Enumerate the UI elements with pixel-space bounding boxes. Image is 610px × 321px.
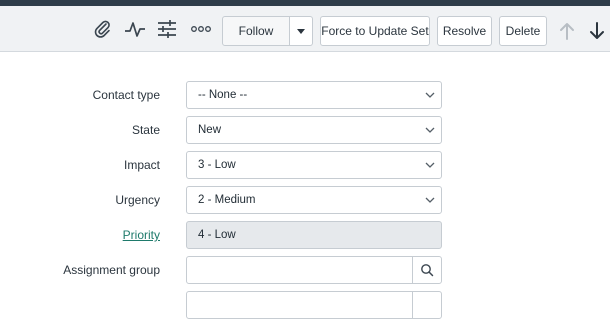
- priority-row: Priority 4 - Low: [0, 221, 610, 251]
- search-icon[interactable]: [412, 257, 441, 283]
- assignment-group-input[interactable]: [187, 257, 413, 283]
- state-row: State New: [0, 116, 610, 146]
- contact-type-row: Contact type -- None --: [0, 81, 610, 111]
- assignment-group-row: Assignment group: [0, 256, 610, 286]
- form-toolbar: Follow Force to Update Set Resolve Delet…: [0, 6, 610, 52]
- force-update-set-button[interactable]: Force to Update Set: [320, 16, 430, 46]
- state-value: New: [198, 124, 222, 136]
- chevron-down-icon: [425, 162, 435, 168]
- urgency-value: 2 - Medium: [198, 194, 256, 206]
- impact-label: Impact: [123, 158, 160, 172]
- more-options-icon[interactable]: [190, 18, 212, 40]
- contact-type-value: -- None --: [198, 89, 248, 101]
- assignment-group-label: Assignment group: [63, 263, 160, 277]
- delete-button[interactable]: Delete: [499, 16, 547, 46]
- urgency-row: Urgency 2 - Medium: [0, 186, 610, 216]
- impact-row: Impact 3 - Low: [0, 151, 610, 181]
- sliders-icon[interactable]: [156, 18, 178, 40]
- next-field-row: [0, 291, 610, 321]
- search-icon[interactable]: [412, 292, 441, 318]
- resolve-button[interactable]: Resolve: [437, 16, 492, 46]
- priority-link[interactable]: Priority: [123, 221, 160, 249]
- next-field[interactable]: [186, 291, 442, 319]
- contact-type-select[interactable]: -- None --: [186, 81, 442, 109]
- caret-down-icon: [297, 28, 305, 34]
- activity-icon[interactable]: [124, 18, 146, 40]
- urgency-select[interactable]: 2 - Medium: [186, 186, 442, 214]
- impact-value: 3 - Low: [198, 159, 236, 171]
- state-label: State: [131, 123, 160, 137]
- urgency-label: Urgency: [115, 193, 160, 207]
- chevron-down-icon: [425, 127, 435, 133]
- contact-type-label: Contact type: [92, 88, 160, 102]
- paperclip-icon[interactable]: [92, 18, 114, 40]
- priority-field: 4 - Low: [186, 221, 442, 249]
- impact-select[interactable]: 3 - Low: [186, 151, 442, 179]
- follow-dropdown-button[interactable]: [290, 16, 313, 46]
- state-select[interactable]: New: [186, 116, 442, 144]
- arrow-up-icon[interactable]: [556, 19, 578, 43]
- follow-button[interactable]: Follow: [222, 16, 290, 46]
- arrow-down-icon[interactable]: [586, 19, 608, 43]
- assignment-group-field: [186, 256, 442, 284]
- chevron-down-icon: [425, 92, 435, 98]
- chevron-down-icon: [425, 197, 435, 203]
